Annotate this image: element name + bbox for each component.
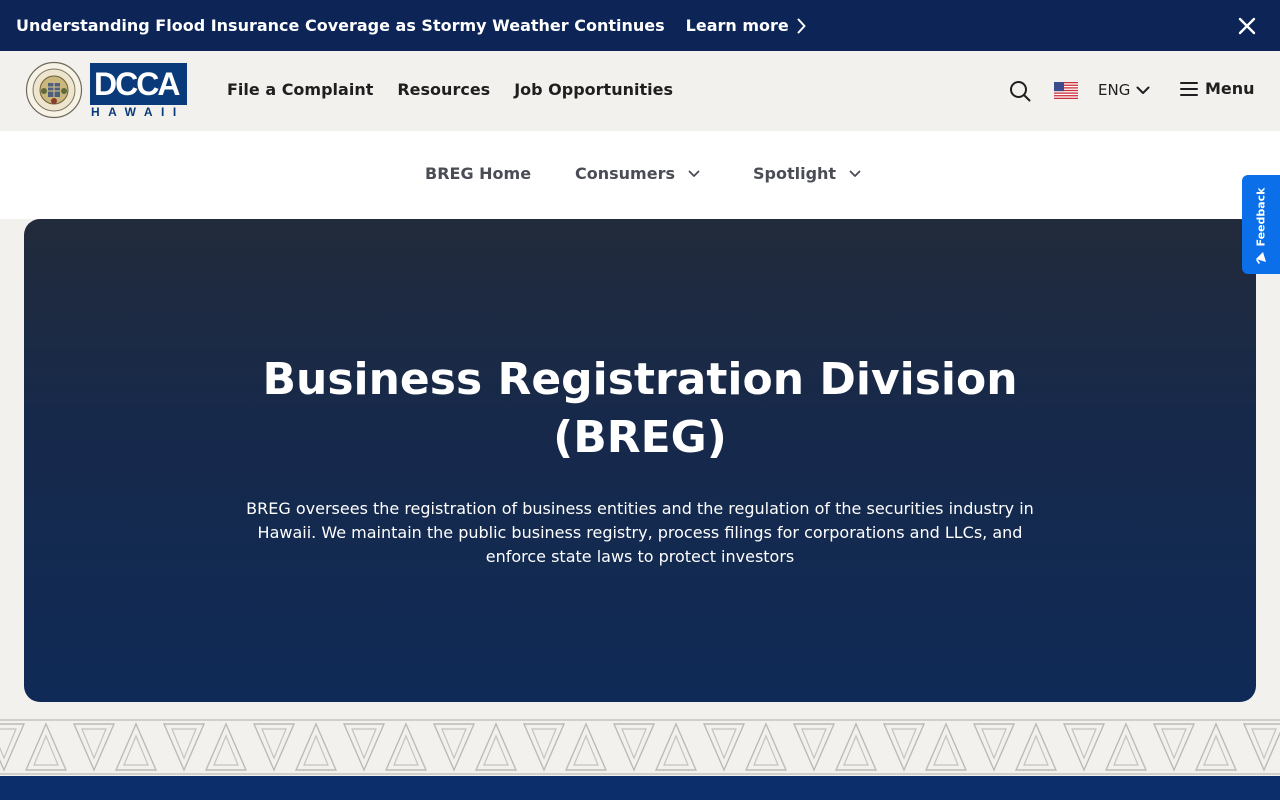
footer-bar xyxy=(0,776,1280,800)
us-flag-icon[interactable] xyxy=(1054,82,1078,99)
chevron-down-icon xyxy=(849,170,861,177)
subnav-spotlight[interactable]: Spotlight xyxy=(753,164,861,183)
page-title: Business Registration Division (BREG) xyxy=(262,354,1018,463)
alert-banner: Understanding Flood Insurance Coverage a… xyxy=(0,0,1280,51)
subnav-consumers[interactable]: Consumers xyxy=(575,164,700,183)
feedback-label: Feedback xyxy=(1254,187,1268,247)
subnav-breg-home[interactable]: BREG Home xyxy=(425,164,531,183)
close-icon[interactable] xyxy=(1236,15,1258,37)
logo-main-text: DCCA xyxy=(90,63,187,105)
search-icon[interactable] xyxy=(1008,79,1032,103)
chevron-down-icon xyxy=(1136,86,1150,94)
chevron-right-icon xyxy=(797,18,806,33)
main-nav: File a Complaint Resources Job Opportuni… xyxy=(227,80,673,99)
hero-banner: Business Registration Division (BREG) BR… xyxy=(24,219,1256,702)
subnav-label: Spotlight xyxy=(753,164,837,183)
nav-resources[interactable]: Resources xyxy=(397,80,490,99)
learn-more-link[interactable]: Learn more xyxy=(686,16,806,35)
dcca-logo[interactable]: DCCA HAWAII xyxy=(90,63,188,119)
megaphone-icon xyxy=(1256,252,1266,264)
menu-button[interactable]: Menu xyxy=(1180,79,1255,98)
chevron-down-icon xyxy=(688,170,700,177)
learn-more-label: Learn more xyxy=(685,16,789,35)
language-selector[interactable]: ENG xyxy=(1098,81,1150,99)
subnav-label: BREG Home xyxy=(425,164,532,183)
language-label: ENG xyxy=(1098,81,1131,99)
section-subnav: BREG Home Consumers Spotlight xyxy=(0,131,1280,219)
alert-text: Understanding Flood Insurance Coverage a… xyxy=(16,16,665,35)
nav-job-opportunities[interactable]: Job Opportunities xyxy=(514,80,673,99)
state-seal-icon[interactable] xyxy=(25,61,83,119)
decorative-pattern xyxy=(0,716,1280,778)
hamburger-icon xyxy=(1180,81,1198,96)
subnav-label: Consumers xyxy=(575,164,675,183)
menu-label: Menu xyxy=(1205,79,1255,98)
feedback-tab[interactable]: Feedback xyxy=(1242,175,1280,274)
hero-description: BREG oversees the registration of busine… xyxy=(246,499,1034,566)
logo-sub-text: HAWAII xyxy=(91,105,185,119)
nav-file-complaint[interactable]: File a Complaint xyxy=(227,80,373,99)
tribal-pattern-icon xyxy=(0,716,1280,778)
site-header: DCCA HAWAII File a Complaint Resources J… xyxy=(0,51,1280,131)
